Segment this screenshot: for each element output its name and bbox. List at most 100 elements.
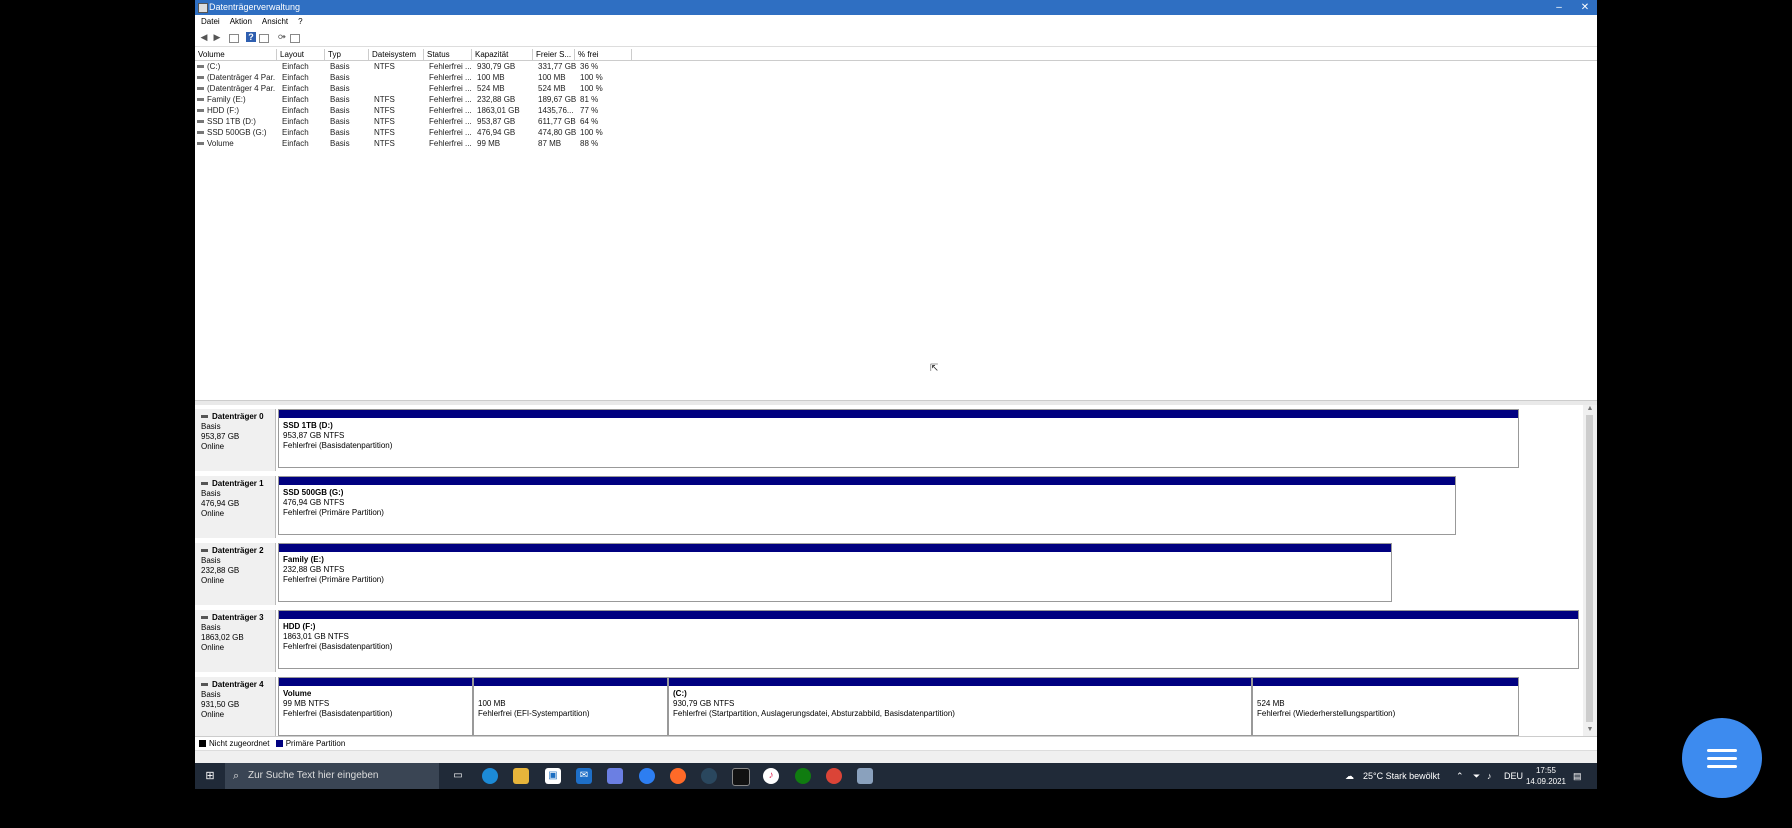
taskbar-search[interactable]: ⌕ Zur Suche Text hier eingeben	[225, 763, 439, 789]
windows-start-icon[interactable]: ⊞	[202, 768, 218, 784]
col-freier-speicher[interactable]: Freier S...	[533, 49, 575, 60]
cell-frei: 100 MB	[538, 73, 566, 82]
edge-icon[interactable]	[482, 768, 498, 784]
close-button[interactable]: ✕	[1573, 0, 1597, 15]
table-row[interactable]: Family (E:) Einfach Basis NTFS Fehlerfre…	[195, 94, 1597, 105]
col-status[interactable]: Status	[424, 49, 472, 60]
help-icon[interactable]: ?	[246, 32, 256, 42]
partition[interactable]: SSD 500GB (G:) 476,94 GB NTFS Fehlerfrei…	[278, 476, 1456, 535]
weather-text[interactable]: 25°C Stark bewölkt	[1363, 763, 1440, 789]
col-kapazitaet[interactable]: Kapazität	[472, 49, 533, 60]
partition-status: Fehlerfrei (Basisdatenpartition)	[283, 441, 393, 450]
console-tree-icon[interactable]	[229, 34, 239, 43]
partition-bar	[1253, 678, 1518, 686]
partition-bar	[279, 477, 1455, 485]
disk-management-icon[interactable]	[857, 768, 873, 784]
store-icon[interactable]: ▣	[545, 768, 561, 784]
steam-icon[interactable]	[701, 768, 717, 784]
partition[interactable]: Volume 99 MB NTFS Fehlerfrei (Basisdaten…	[278, 677, 473, 736]
app-icon-blue[interactable]	[639, 768, 655, 784]
clock[interactable]: 17:55 14.09.2021	[1521, 763, 1571, 791]
clock-date: 14.09.2021	[1525, 777, 1567, 786]
primary-swatch	[275, 739, 283, 747]
disk-label[interactable]: Datenträger 1 Basis 476,94 GB Online	[195, 476, 276, 538]
minimize-button[interactable]: –	[1547, 0, 1571, 15]
col-volume[interactable]: Volume	[195, 49, 277, 60]
table-row[interactable]: SSD 1TB (D:) Einfach Basis NTFS Fehlerfr…	[195, 116, 1597, 127]
disk-label[interactable]: Datenträger 4 Basis 931,50 GB Online	[195, 677, 276, 736]
firefox-icon[interactable]	[670, 768, 686, 784]
partition-size: 524 MB	[1257, 699, 1285, 708]
scroll-up-icon[interactable]: ▲	[1583, 405, 1597, 412]
notification-icon[interactable]: ▤	[1573, 763, 1582, 789]
cell-prozent: 88 %	[580, 139, 599, 148]
properties-icon[interactable]	[259, 34, 269, 43]
disk-label[interactable]: Datenträger 3 Basis 1863,02 GB Online	[195, 610, 276, 672]
hamburger-line	[1707, 765, 1737, 768]
disk-label[interactable]: Datenträger 0 Basis 953,87 GB Online	[195, 409, 276, 471]
task-view-icon[interactable]: ▭	[450, 768, 466, 784]
partition[interactable]: 100 MB Fehlerfrei (EFI-Systempartition)	[473, 677, 668, 736]
chrome-icon[interactable]	[826, 768, 842, 784]
cell-layout: Einfach	[282, 95, 309, 104]
cell-frei: 474,80 GB	[538, 128, 577, 137]
partition-bar	[669, 678, 1251, 686]
mail-icon[interactable]: ✉	[576, 768, 592, 784]
cell-dateisystem: NTFS	[374, 62, 395, 71]
menu-aktion[interactable]: Aktion	[226, 15, 256, 29]
partition-size: 953,87 GB NTFS	[283, 431, 345, 440]
epic-games-icon[interactable]	[732, 768, 750, 786]
partition-size: 1863,01 GB NTFS	[283, 632, 349, 641]
connect-icon[interactable]: ⚩	[277, 32, 287, 42]
partition[interactable]: Family (E:) 232,88 GB NTFS Fehlerfrei (P…	[278, 543, 1392, 602]
menu-fab-button[interactable]	[1682, 718, 1762, 798]
vertical-scrollbar[interactable]: ▲ ▼	[1583, 405, 1597, 736]
speaker-icon[interactable]: ♪	[1487, 763, 1492, 789]
table-row[interactable]: (Datenträger 4 Par... Einfach Basis Fehl…	[195, 72, 1597, 83]
table-row[interactable]: SSD 500GB (G:) Einfach Basis NTFS Fehler…	[195, 127, 1597, 138]
cell-layout: Einfach	[282, 139, 309, 148]
cell-volume: (C:)	[207, 62, 221, 71]
disk-state: Online	[201, 710, 225, 719]
forward-arrow-icon[interactable]: ▶	[212, 32, 222, 42]
table-row[interactable]: Volume Einfach Basis NTFS Fehlerfrei ...…	[195, 138, 1597, 149]
view-icon[interactable]	[290, 34, 300, 43]
scroll-down-icon[interactable]: ▼	[1583, 726, 1597, 733]
cell-frei: 189,67 GB	[538, 95, 577, 104]
cell-layout: Einfach	[282, 128, 309, 137]
file-explorer-icon[interactable]	[513, 768, 529, 784]
back-arrow-icon[interactable]: ◀	[199, 32, 209, 42]
partition[interactable]: SSD 1TB (D:) 953,87 GB NTFS Fehlerfrei (…	[278, 409, 1519, 468]
cell-frei: 331,77 GB	[538, 62, 577, 71]
cell-typ: Basis	[330, 84, 350, 93]
partition-status: Fehlerfrei (Basisdatenpartition)	[283, 642, 393, 651]
menu-help[interactable]: ?	[294, 15, 306, 29]
menu-ansicht[interactable]: Ansicht	[258, 15, 292, 29]
itunes-icon[interactable]: ♪	[763, 768, 779, 784]
table-row[interactable]: (C:) Einfach Basis NTFS Fehlerfrei ... 9…	[195, 61, 1597, 72]
hamburger-line	[1707, 757, 1737, 760]
legend-unallocated: Nicht zugeordnet	[209, 739, 270, 748]
table-row[interactable]: (Datenträger 4 Par... Einfach Basis Fehl…	[195, 83, 1597, 94]
col-dateisystem[interactable]: Dateisystem	[369, 49, 424, 60]
xbox-icon[interactable]	[795, 768, 811, 784]
partition[interactable]: (C:) 930,79 GB NTFS Fehlerfrei (Startpar…	[668, 677, 1252, 736]
game-controller-icon[interactable]	[607, 768, 623, 784]
network-icon[interactable]: ⏷	[1473, 763, 1480, 789]
partition[interactable]: HDD (F:) 1863,01 GB NTFS Fehlerfrei (Bas…	[278, 610, 1579, 669]
volume-icon	[197, 75, 204, 79]
partition-bar	[279, 678, 472, 686]
partition[interactable]: 524 MB Fehlerfrei (Wiederherstellungspar…	[1252, 677, 1519, 736]
table-row[interactable]: HDD (F:) Einfach Basis NTFS Fehlerfrei .…	[195, 105, 1597, 116]
col-typ[interactable]: Typ	[325, 49, 369, 60]
col-prozent-frei[interactable]: % frei	[575, 49, 632, 60]
disk-label[interactable]: Datenträger 2 Basis 232,88 GB Online	[195, 543, 276, 605]
menu-datei[interactable]: Datei	[197, 15, 224, 29]
disk-state: Online	[201, 442, 225, 451]
disk-state: Online	[201, 509, 225, 518]
col-layout[interactable]: Layout	[277, 49, 325, 60]
tray-chevron-icon[interactable]: ⌃	[1456, 763, 1464, 789]
partition-status: Fehlerfrei (Basisdatenpartition)	[283, 709, 393, 718]
scroll-thumb[interactable]	[1586, 415, 1593, 722]
disk-size: 476,94 GB	[201, 499, 240, 508]
